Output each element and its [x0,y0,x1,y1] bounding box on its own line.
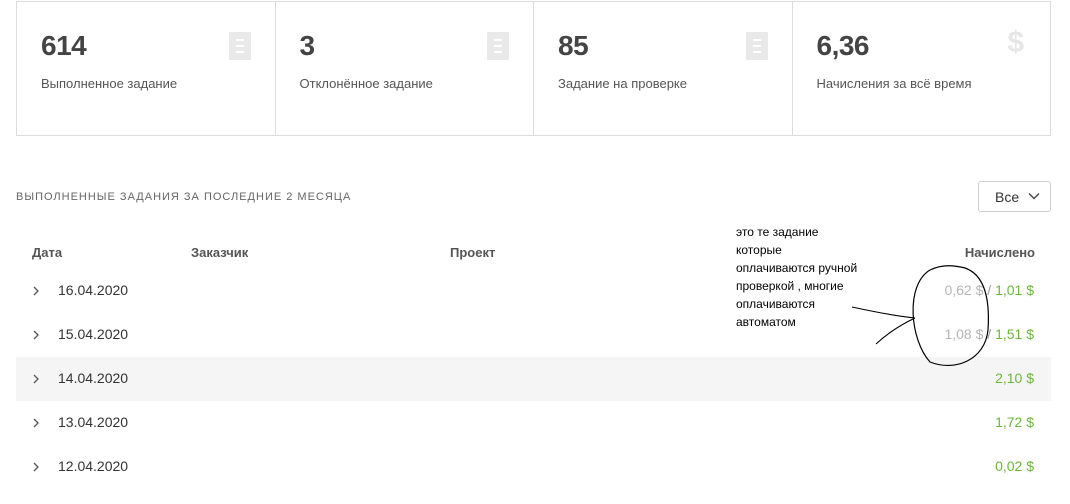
annotation-line: это те задание [736,225,819,239]
row-amount: 2,10 $ [995,370,1034,386]
annotation-line: автоматом [736,315,796,329]
stats-panel: 614 Выполненное задание 3 Отклонённое за… [16,1,1051,136]
period-filter-select[interactable]: Все [978,181,1051,212]
row-date: 13.04.2020 [58,414,129,430]
document-icon [487,32,509,60]
table-row[interactable]: 16.04.2020 0,62 $ / 1,01 $ [16,269,1051,313]
dollar-icon: $ [1007,26,1024,59]
table-row[interactable]: 13.04.2020 1,72 $ [16,401,1051,445]
column-header-customer[interactable]: Заказчик [191,245,248,260]
column-header-project[interactable]: Проект [450,245,495,260]
row-amount: 0,62 $ / 1,01 $ [944,282,1034,298]
filter-value: Все [995,189,1020,205]
pending-amount: 1,08 $ [944,326,984,342]
document-icon [745,32,768,60]
stat-card-rejected: 3 Отклонённое задание [276,2,534,135]
chevron-right-icon[interactable] [33,286,39,296]
chevron-right-icon[interactable] [33,374,39,384]
chevron-right-icon[interactable] [33,462,39,472]
stat-card-completed: 614 Выполненное задание [17,2,276,135]
stat-label: Выполненное задание [41,76,178,91]
stat-label: Начисления за всё время [816,76,972,91]
row-date: 12.04.2020 [58,458,129,474]
stat-value: 6,36 [816,30,870,61]
accrued-amount: 0,02 $ [995,458,1034,474]
stat-value: 85 [558,30,589,61]
annotation-line: оплачиваются [736,297,816,311]
stat-card-on-review: 85 Задание на проверке [534,2,793,135]
annotation-line: проверкой , многие [736,279,844,293]
row-amount: 1,72 $ [995,414,1034,430]
accrued-amount: 1,51 $ [995,326,1034,342]
stat-value: 3 [299,30,316,61]
row-date: 14.04.2020 [58,370,129,386]
chevron-down-icon [1028,193,1040,200]
table-row[interactable]: 12.04.2020 0,02 $ [16,445,1051,489]
table-row[interactable]: 14.04.2020 2,10 $ [16,357,1051,401]
annotation-line: которые [736,243,782,257]
amount-separator: / [983,282,996,298]
row-amount: 0,02 $ [995,458,1034,474]
column-header-accrued[interactable]: Начислено [965,245,1035,260]
annotation-line: оплачиваются ручной [736,261,858,275]
chevron-right-icon[interactable] [33,418,39,428]
accrued-amount: 1,01 $ [995,282,1034,298]
accrued-amount: 2,10 $ [995,370,1034,386]
stat-card-total-earnings: 6,36 Начисления за всё время $ [793,2,1051,135]
stat-value: 614 [41,30,87,61]
table-row[interactable]: 15.04.2020 1,08 $ / 1,51 $ [16,313,1051,357]
chevron-right-icon[interactable] [33,330,39,340]
document-icon [228,32,251,60]
row-amount: 1,08 $ / 1,51 $ [944,326,1034,342]
row-date: 15.04.2020 [58,326,129,342]
page: 614 Выполненное задание 3 Отклонённое за… [0,0,1070,504]
stat-label: Отклонённое задание [299,76,433,91]
stat-label: Задание на проверке [558,76,687,91]
pending-amount: 0,62 $ [944,282,984,298]
column-header-date[interactable]: Дата [32,245,62,260]
accrued-amount: 1,72 $ [995,414,1034,430]
row-date: 16.04.2020 [58,282,129,298]
section-title: ВЫПОЛНЕННЫЕ ЗАДАНИЯ ЗА ПОСЛЕДНИЕ 2 МЕСЯЦ… [16,191,352,203]
annotation-note: это те задание которые оплачиваются ручн… [736,223,886,331]
amount-separator: / [983,326,996,342]
